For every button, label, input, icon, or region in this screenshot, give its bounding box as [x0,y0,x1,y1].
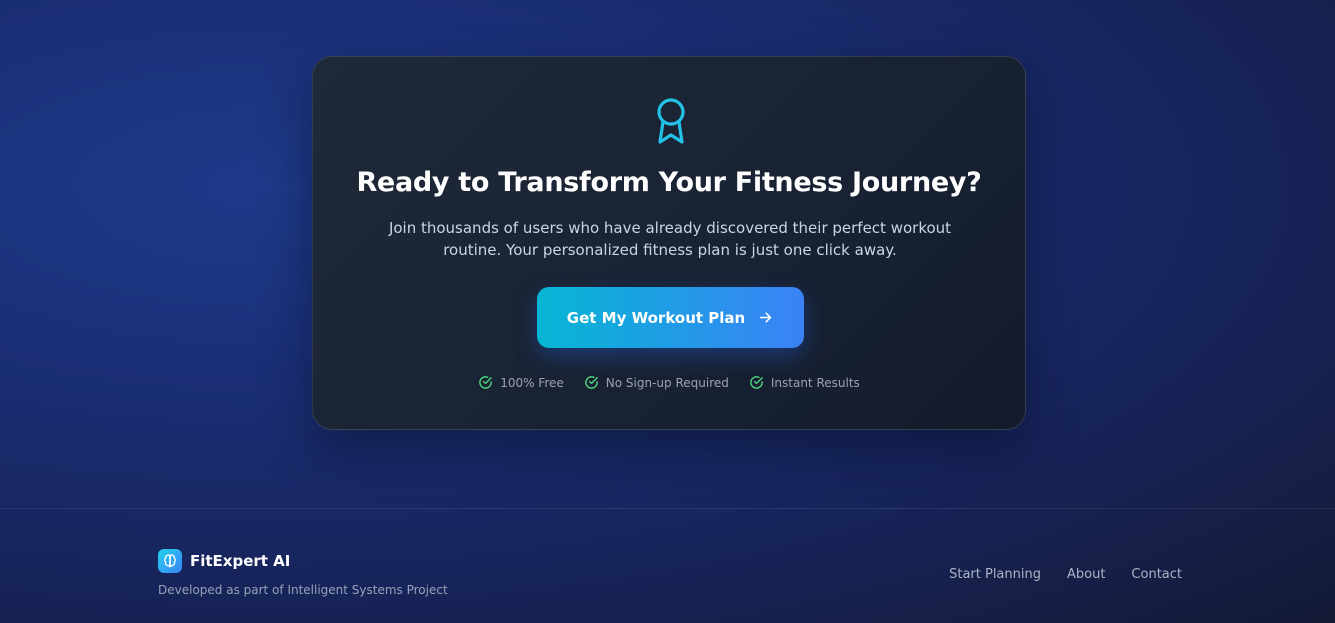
feature-label: Instant Results [770,375,860,390]
feature-label: No Sign-up Required [605,375,729,390]
footer-link-about[interactable]: About [1067,567,1105,582]
cta-card: Ready to Transform Your Fitness Journey?… [312,56,1026,430]
get-workout-plan-button[interactable]: Get My Workout Plan [537,287,804,348]
brand-name: FitExpert AI [190,552,291,570]
feature-item-instant: Instant Results [749,375,860,390]
check-circle-icon [584,376,598,389]
cta-description: Join thousands of users who have already… [388,219,952,259]
arrow-right-icon [759,312,772,323]
feature-item-free: 100% Free [478,375,564,390]
footer-nav: Start Planning About Contact [949,567,1182,582]
footer-brand[interactable]: FitExpert AI [158,549,290,573]
footer-link-contact[interactable]: Contact [1131,567,1182,582]
award-icon [654,97,688,145]
site-footer: FitExpert AI Developed as part of Intell… [0,508,1335,623]
feature-list: 100% Free No Sign-up Required Instant Re… [313,375,1025,390]
footer-link-start-planning[interactable]: Start Planning [949,567,1041,582]
feature-item-no-signup: No Sign-up Required [584,375,729,390]
feature-label: 100% Free [500,375,564,390]
get-workout-plan-label: Get My Workout Plan [566,308,746,327]
cta-title: Ready to Transform Your Fitness Journey? [356,167,982,198]
check-circle-icon [479,376,492,389]
brain-icon [158,549,182,573]
check-circle-icon [750,376,763,389]
footer-tagline: Developed as part of Intelligent Systems… [158,583,448,597]
